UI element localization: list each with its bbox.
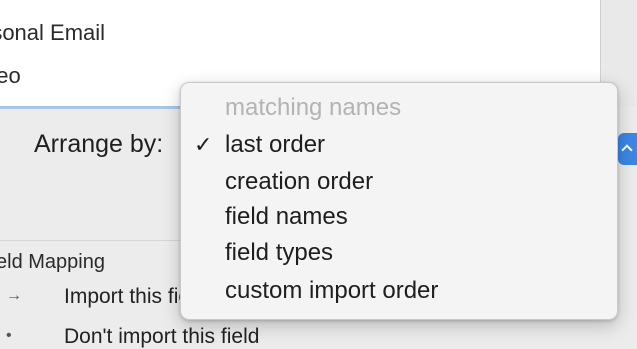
no-import-icon: •	[6, 327, 12, 344]
menu-item-creation-order[interactable]: creation order	[225, 167, 373, 197]
arrow-import-icon: →	[6, 287, 22, 304]
menu-item-custom-import-order[interactable]: custom import order	[225, 276, 438, 306]
arrange-by-menu: matching names ✓ last order creation ord…	[180, 82, 618, 320]
menu-item-matching-names: matching names	[225, 94, 402, 121]
mapping-option-label: Don't import this field	[64, 325, 260, 348]
menu-item-field-types[interactable]: field types	[225, 238, 333, 268]
menu-item-field-names[interactable]: field names	[225, 202, 348, 232]
menu-item-last-order[interactable]: last order	[225, 130, 325, 160]
arrange-by-label: Arrange by:	[34, 130, 164, 158]
arrange-popup-button[interactable]	[618, 133, 637, 165]
field-mapping-title: eld Mapping	[0, 251, 105, 273]
list-item-personal-email[interactable]: rsonal Email	[0, 20, 105, 46]
checkmark-icon: ✓	[194, 132, 213, 157]
list-item-video[interactable]: deo	[0, 63, 21, 89]
